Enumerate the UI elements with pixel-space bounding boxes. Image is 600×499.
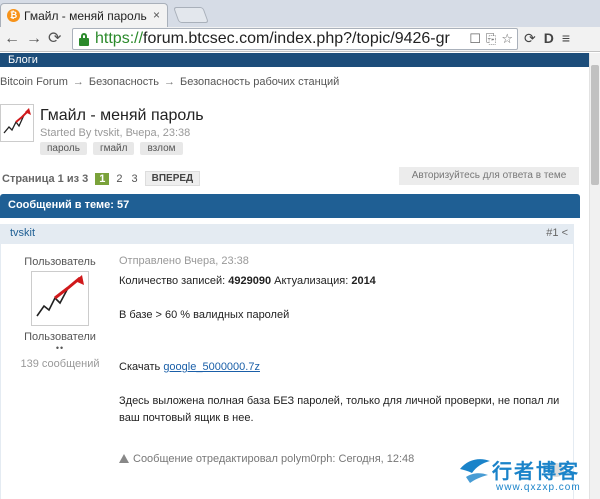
url-text[interactable]: https://forum.btcsec.com/index.php?/topi… (95, 30, 450, 48)
browser-tab[interactable]: ₿ Гмайл - меняй пароль × (0, 3, 168, 27)
avatar[interactable] (31, 271, 89, 326)
next-page-button[interactable]: ВПЕРЕД (144, 171, 201, 186)
page-title: Гмайл - меняй пароль (40, 107, 204, 124)
download-label: Скачать (119, 361, 164, 373)
post-header: tvskit #1 < (0, 224, 574, 244)
trend-chart-icon (3, 108, 31, 134)
user-info: Пользователь Пользователи •• 139 сообщен… (1, 244, 111, 499)
lock-icon (79, 33, 89, 46)
edit-note: Сообщение отредактировал polym0rph: Сего… (119, 453, 414, 465)
extension-icons: ⟳ D ≡ (524, 30, 570, 47)
records-count: 4929090 (228, 275, 272, 287)
bookmark-star-icon[interactable]: ☆ (501, 31, 513, 47)
topic-started-by: Started By tvskit, Вчера, 23:38 (40, 127, 191, 139)
trend-chart-icon (36, 275, 84, 317)
user-rank-dots: •• (55, 343, 65, 353)
topic-starter-avatar[interactable] (0, 104, 34, 142)
post-line-records: Количество записей: 4929090 Актуализация… (119, 275, 376, 287)
breadcrumb: Bitcoin Forum → Безопасность → Безопасность … (0, 76, 339, 88)
scroll-thumb[interactable] (591, 65, 599, 185)
page-info: Страница 1 из 3 (2, 172, 89, 185)
watermark-title: 行者博客 (492, 461, 580, 483)
breadcrumb-separator: → (72, 76, 84, 88)
download-link[interactable]: google_5000000.7z (163, 361, 260, 373)
post-line-valid: В базе > 60 % валидных паролей (119, 309, 290, 321)
warning-icon (119, 454, 129, 463)
breadcrumb-item-security[interactable]: Безопасность (89, 76, 159, 88)
d-extension-icon[interactable]: D (544, 30, 554, 47)
omnibox-icons: ☐ ⎘ ☆ (469, 31, 513, 47)
user-role: Пользователь (24, 256, 96, 268)
user-post-count: 139 сообщений (20, 358, 100, 370)
sync-extension-icon[interactable]: ⟳ (524, 30, 536, 47)
watermark-logo-icon (460, 459, 490, 483)
page-link-3[interactable]: 3 (129, 173, 139, 185)
forum-nav-bar: Блоги (0, 53, 600, 67)
back-arrow-icon[interactable]: ← (4, 30, 20, 48)
watermark-url: www.qxzxp.com (496, 482, 581, 493)
breadcrumb-item-forum[interactable]: Bitcoin Forum (0, 76, 68, 88)
post-number[interactable]: #1 < (546, 227, 568, 239)
post-line-description-1: Здесь выложена полная база БЕЗ паролей, … (119, 395, 560, 407)
breadcrumb-separator: → (164, 76, 176, 88)
forward-arrow-icon[interactable]: → (26, 30, 42, 48)
post-date: Отправлено Вчера, 23:38 (119, 255, 249, 267)
pagination: Страница 1 из 3 1 2 3 ВПЕРЕД (2, 171, 201, 186)
post-count: Сообщений в теме: 57 (8, 199, 130, 211)
browser-tab-strip: ₿ Гмайл - меняй пароль × (0, 0, 600, 27)
tag-gmail[interactable]: гмайл (92, 142, 135, 155)
tab-title: Гмайл - меняй пароль (24, 9, 147, 23)
address-bar[interactable]: https://forum.btcsec.com/index.php?/topi… (72, 28, 518, 50)
post-line-download: Скачать google_5000000.7z (119, 361, 260, 373)
url-host-path: forum.btcsec.com/index.php?/topic/9426-g… (143, 30, 450, 47)
records-label: Количество записей: (119, 275, 229, 287)
post-line-description-2: ваш почтовый ящик в нее. (119, 412, 254, 424)
watermark: 行者博客 www.qxzxp.com (458, 453, 590, 497)
bitcoin-favicon-icon: ₿ (7, 9, 20, 22)
page-scrollbar[interactable] (589, 53, 600, 499)
tag-hack[interactable]: взлом (140, 142, 183, 155)
new-tab-button[interactable] (173, 7, 209, 23)
tag-list: пароль гмайл взлом (40, 142, 183, 155)
post-author-link[interactable]: tvskit (10, 227, 35, 239)
user-group: Пользователи (24, 331, 96, 343)
post-count-bar: Сообщений в теме: 57 (0, 194, 580, 218)
tab-close-icon[interactable]: × (153, 8, 160, 22)
edit-note-text: Сообщение отредактировал polym0rph: Сего… (133, 453, 415, 465)
actualization-year: 2014 (351, 275, 376, 287)
tag-password[interactable]: пароль (40, 142, 87, 155)
actualization-label: Актуализация: (271, 275, 352, 287)
menu-hamburger-icon[interactable]: ≡ (562, 30, 570, 47)
breadcrumb-item-workstations[interactable]: Безопасность рабочих станций (180, 76, 339, 88)
page-current: 1 (95, 172, 110, 185)
reload-icon[interactable]: ⟳ (48, 30, 61, 48)
browser-toolbar: ← → ⟳ https://forum.btcsec.com/index.php… (0, 27, 600, 52)
translate-icon[interactable]: ⎘ (486, 31, 496, 47)
page-link-2[interactable]: 2 (114, 173, 124, 185)
login-to-reply-button[interactable]: Авторизуйтесь для ответа в теме (399, 167, 579, 185)
nav-item-blogs[interactable]: Блоги (8, 53, 38, 67)
page-action-icon[interactable]: ☐ (469, 31, 481, 47)
url-scheme: https:// (95, 30, 144, 47)
